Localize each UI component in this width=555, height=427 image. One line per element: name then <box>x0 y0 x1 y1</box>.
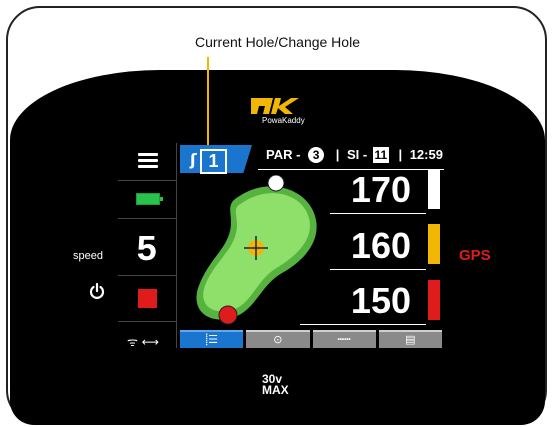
distance-underline <box>300 324 426 325</box>
distance-back: 170 <box>350 169 411 210</box>
tab-scorecard[interactable]: ▤ <box>378 330 442 348</box>
divider <box>118 321 176 322</box>
par-label: PAR - <box>266 147 301 162</box>
flag-icon: ʃ <box>190 150 197 169</box>
divider <box>118 180 176 181</box>
tab-green-view[interactable]: ⊙ <box>246 330 310 348</box>
model-line2: MAX <box>262 383 289 397</box>
si-label: SI - <box>346 147 368 162</box>
clock-time: 12:59 <box>409 147 443 162</box>
hole-number[interactable]: 1 <box>200 149 227 174</box>
model-logo: 30v MAX <box>262 373 289 397</box>
par-value: 3 <box>308 147 325 163</box>
back-marker-icon <box>267 175 285 192</box>
stop-square-icon[interactable] <box>138 289 157 308</box>
power-icon[interactable] <box>89 283 105 299</box>
distance-front: 150 <box>350 280 411 321</box>
front-color-bar <box>428 280 440 320</box>
separator: | <box>398 147 403 162</box>
tab-hole-info[interactable]: ⸽☰ <box>180 330 244 348</box>
gps-label: GPS <box>459 247 491 264</box>
si-value: 11 <box>372 147 389 163</box>
tab-ruler[interactable]: ┅┅ <box>312 330 376 348</box>
battery-icon <box>136 193 163 205</box>
speed-label: speed <box>73 250 103 262</box>
back-color-bar <box>428 169 440 209</box>
middle-color-bar <box>428 224 440 264</box>
separator: | <box>335 147 340 162</box>
par-si-time-row: PAR - 3 | SI - 11 | 12:59 <box>266 147 443 163</box>
rail-divider <box>176 143 177 348</box>
distance-underline <box>330 269 426 270</box>
connectivity-icons: ᯤ ⟷ <box>127 335 159 349</box>
menu-icon[interactable] <box>138 150 158 171</box>
divider <box>118 275 176 276</box>
brand-name: PowaKaddy <box>262 116 305 125</box>
callout-label: Current Hole/Change Hole <box>195 34 360 50</box>
distance-underline <box>330 213 426 214</box>
callout-pointer-line <box>207 57 209 149</box>
distance-middle: 160 <box>350 225 411 266</box>
green-map[interactable] <box>186 175 326 325</box>
bottom-tab-bar: ⸽☰ ⊙ ┅┅ ▤ <box>180 330 442 348</box>
front-marker-icon <box>218 305 238 325</box>
divider <box>118 218 176 219</box>
speed-value[interactable]: 5 <box>136 233 158 269</box>
